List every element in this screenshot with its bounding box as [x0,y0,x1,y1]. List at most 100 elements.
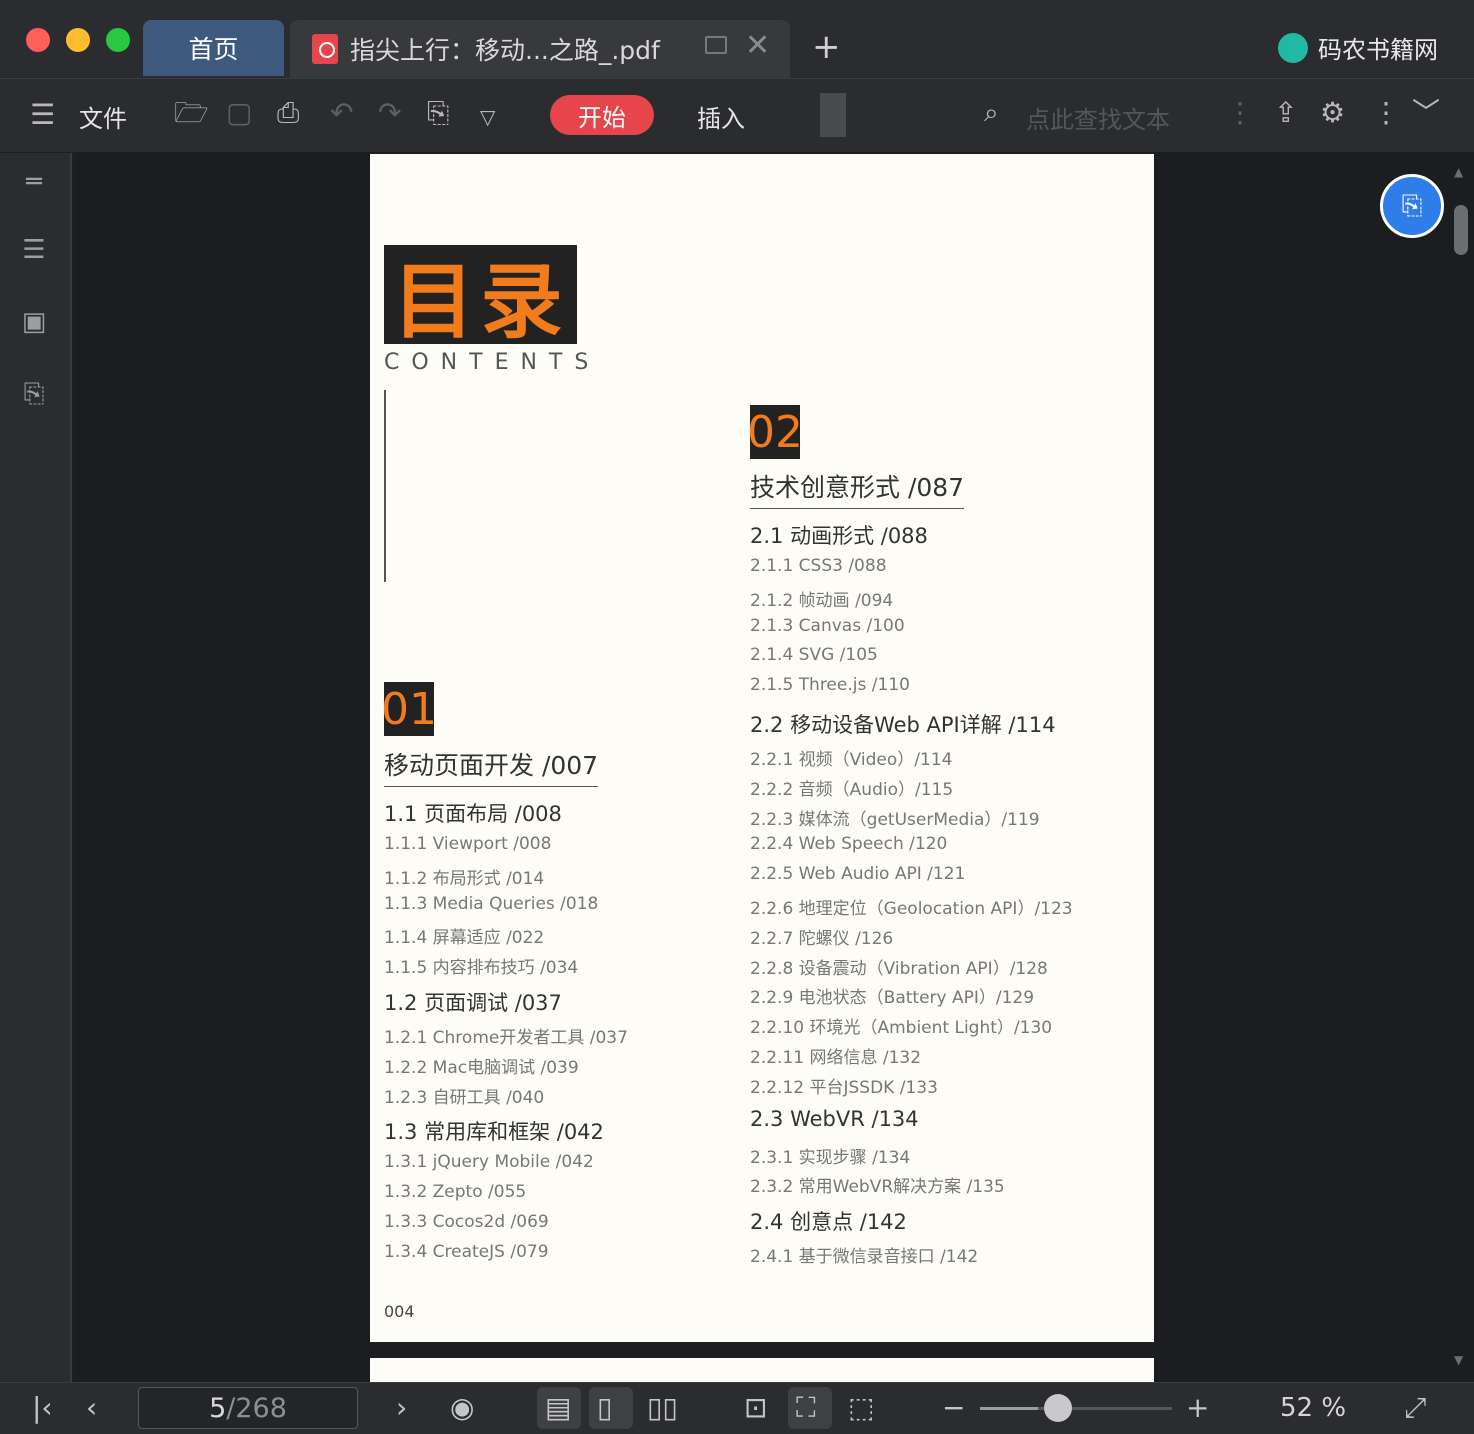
eye-protection-icon[interactable]: ◉ [450,1393,474,1423]
chevron-down-icon[interactable]: ▽ [480,103,495,131]
toc-item[interactable]: 2.2.11 网络信息 /132 [750,1043,921,1068]
share-icon[interactable]: ⇪ [1274,99,1297,127]
toc-item[interactable]: 1.1.5 内容排布技巧 /034 [384,953,578,978]
toc-item[interactable]: 2.2.2 音频（Audio）/115 [750,775,953,800]
monitor-icon[interactable] [705,36,727,54]
chapter-title[interactable]: 移动页面开发 /007 [384,746,599,787]
toc-item[interactable]: 2.1.4 SVG /105 [750,645,878,665]
actual-size-icon[interactable]: ⊡ [744,1393,767,1423]
toc-item[interactable]: 2.4.1 基于微信录音接口 /142 [750,1242,978,1267]
next-pdf-page [370,1358,1154,1382]
page-number: 004 [384,1302,415,1321]
image-icon[interactable]: ▣ [18,307,50,337]
more-vertical-icon[interactable]: ⋮ [1226,99,1254,127]
single-page-icon[interactable]: ▯ [597,1393,612,1423]
toc-item[interactable]: 1.3.4 CreateJS /079 [384,1242,549,1262]
toc-item[interactable]: 1.2.2 Mac电脑调试 /039 [384,1053,579,1078]
fullscreen-icon[interactable]: ⤢ [1404,1393,1426,1423]
page-input[interactable]: 5/268 [138,1387,358,1429]
toc-section[interactable]: 2.3 WebVR /134 [750,1107,919,1131]
close-window-button[interactable] [26,28,50,52]
toc-item[interactable]: 2.3.2 常用WebVR解决方案 /135 [750,1172,1005,1197]
chapter-title[interactable]: 技术创意形式 /087 [750,468,965,509]
toc-item[interactable]: 2.2.1 视频（Video）/114 [750,745,952,770]
toc-item[interactable]: 2.2.4 Web Speech /120 [750,834,947,854]
gear-icon[interactable]: ⚙ [1320,99,1345,127]
toc-item[interactable]: 1.3.1 jQuery Mobile /042 [384,1152,594,1172]
toc-item[interactable]: 1.1.4 屏幕适应 /022 [384,923,544,948]
thumbnail-icon[interactable]: ═ [18,167,50,197]
tab-start[interactable]: 开始 [550,95,654,135]
first-page-icon[interactable]: |‹ [32,1393,53,1423]
print-icon[interactable]: ⎙ [277,99,299,127]
toc-item[interactable]: 2.2.12 平台JSSDK /133 [750,1073,938,1098]
document-viewer[interactable]: 目录 CONTENTS 01 移动页面开发 /007 1.1 页面布局 /008 1.… [74,153,1474,1382]
toc-section[interactable]: 2.4 创意点 /142 [750,1206,907,1236]
fit-width-icon[interactable]: ⬚ [848,1393,874,1423]
toc-item[interactable]: 2.3.1 实现步骤 /134 [750,1143,910,1168]
toc-item[interactable]: 2.1.1 CSS3 /088 [750,556,887,576]
convert-float-button[interactable]: ⎘ [1380,174,1444,238]
minimize-window-button[interactable] [66,28,90,52]
toc-section[interactable]: 2.2 移动设备Web API详解 /114 [750,709,1056,739]
tab-document[interactable]: 指尖上行：移动...之路_.pdf ✕ [290,20,790,78]
toc-section[interactable]: 1.1 页面布局 /008 [384,798,562,828]
zoom-slider-knob[interactable] [1043,1394,1072,1422]
collapse-toolbar-icon[interactable]: ﹀ [1412,99,1440,127]
open-folder-icon[interactable]: 🗁 [174,99,209,127]
convert-icon[interactable]: ⎘ [18,379,50,410]
close-tab-icon[interactable]: ✕ [745,28,770,63]
zoom-level[interactable]: 52 % [1280,1393,1346,1423]
toc-section[interactable]: 2.1 动画形式 /088 [750,520,928,550]
toc-item[interactable]: 2.2.3 媒体流（getUserMedia）/119 [750,805,1040,830]
double-page-icon[interactable]: ▯▯ [647,1393,678,1423]
redo-icon[interactable]: ↷ [378,99,401,127]
file-menu[interactable]: 文件 [79,99,127,134]
toc-item[interactable]: 1.1.1 Viewport /008 [384,834,551,854]
toc-item[interactable]: 2.2.5 Web Audio API /121 [750,864,965,884]
pdf-to-word-icon[interactable]: ⎘ [427,99,449,127]
toc-section[interactable]: 1.2 页面调试 /037 [384,987,562,1017]
zoom-out-icon[interactable]: − [942,1393,965,1423]
chapter-number: 01 [381,682,437,736]
toc-item[interactable]: 1.1.2 布局形式 /014 [384,864,544,889]
vertical-scrollbar[interactable]: ▲ ▼ [1452,153,1468,1382]
toc-item[interactable]: 1.2.1 Chrome开发者工具 /037 [384,1023,628,1048]
scroll-down-icon[interactable]: ▼ [1454,1353,1463,1367]
zoom-slider[interactable] [980,1394,1172,1422]
outline-icon[interactable]: ☰ [18,235,50,265]
toc-item[interactable]: 2.1.3 Canvas /100 [750,616,905,636]
undo-icon[interactable]: ↶ [330,99,353,127]
maximize-window-button[interactable] [106,28,130,52]
toc-item[interactable]: 2.2.7 陀螺仪 /126 [750,924,893,949]
next-page-icon[interactable]: › [396,1393,407,1423]
scroll-up-icon[interactable]: ▲ [1454,165,1463,179]
fit-page-icon[interactable]: ⛶ [796,1393,816,1423]
toc-item[interactable]: 2.2.10 环境光（Ambient Light）/130 [750,1013,1052,1038]
zoom-slider-fill [980,1407,1038,1410]
previous-page-icon[interactable]: ‹ [86,1393,97,1423]
toc-item[interactable]: 2.2.6 地理定位（Geolocation API）/123 [750,894,1073,919]
brand-account[interactable]: 码农书籍网 [1278,30,1438,65]
toolbar: ☰ 文件 🗁 ▢ ⎙ ↶ ↷ ⎘ ▽ 开始 插入 ⌕ 点此查找文本 ⋮ ⇪ ⚙ … [0,78,1474,152]
tab-insert[interactable]: 插入 [697,99,745,134]
toc-section[interactable]: 1.3 常用库和框架 /042 [384,1116,604,1146]
tab-home[interactable]: 首页 [143,20,284,76]
toc-item[interactable]: 2.2.8 设备震动（Vibration API）/128 [750,954,1048,979]
save-icon[interactable]: ▢ [226,99,252,127]
scrollbar-thumb[interactable] [1454,205,1468,255]
search-input[interactable]: 点此查找文本 [1026,100,1170,135]
toc-item[interactable]: 2.1.5 Three.js /110 [750,675,910,695]
new-tab-button[interactable]: + [812,30,841,64]
toc-item[interactable]: 2.2.9 电池状态（Battery API）/129 [750,983,1034,1008]
toc-item[interactable]: 2.1.2 帧动画 /094 [750,586,893,611]
more-tabs-button[interactable] [820,93,846,137]
menu-icon[interactable]: ☰ [30,101,55,129]
overflow-menu-icon[interactable]: ⋮ [1372,99,1400,127]
toc-item[interactable]: 1.3.2 Zepto /055 [384,1182,526,1202]
toc-item[interactable]: 1.2.3 自研工具 /040 [384,1083,544,1108]
toc-item[interactable]: 1.1.3 Media Queries /018 [384,894,598,914]
continuous-scroll-icon[interactable]: ▤ [545,1393,571,1423]
toc-item[interactable]: 1.3.3 Cocos2d /069 [384,1212,549,1232]
zoom-in-icon[interactable]: + [1186,1393,1209,1423]
